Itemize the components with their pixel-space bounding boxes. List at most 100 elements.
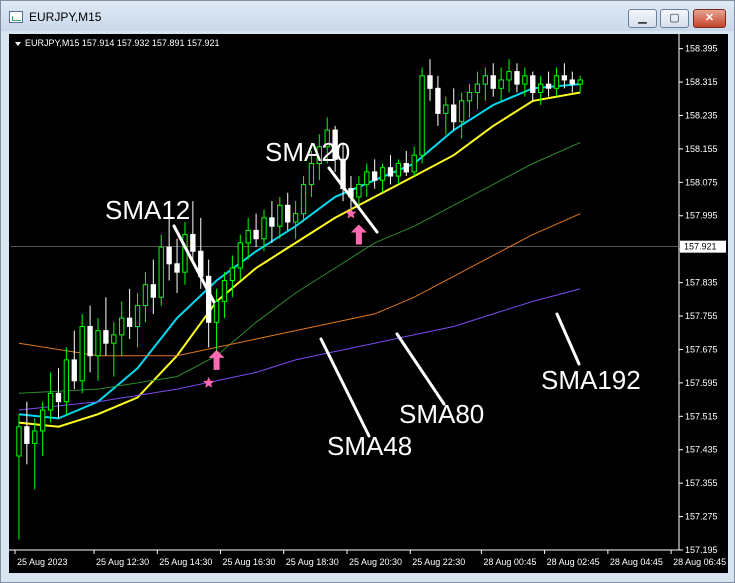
candle [87, 305, 93, 373]
ma-line-sma80 [18, 213, 581, 357]
candle-body [119, 317, 125, 336]
candle-body [174, 263, 180, 273]
candle-body [158, 246, 164, 298]
candle [356, 176, 362, 206]
candle [427, 59, 433, 101]
candle [458, 92, 465, 139]
header-dropdown-icon[interactable] [15, 42, 21, 46]
candle-body [134, 305, 141, 327]
candle [371, 159, 378, 189]
candle-body [395, 163, 402, 177]
candle-body [522, 75, 528, 85]
y-tick-label: 157.995 [685, 211, 718, 221]
candle-body [245, 229, 251, 244]
candle [16, 414, 22, 540]
candle-body [514, 71, 520, 85]
y-tick-label: 157.515 [685, 411, 718, 421]
candle-body [466, 91, 473, 102]
candle-body [427, 75, 433, 89]
candle [190, 201, 196, 264]
candle-body [55, 392, 62, 403]
candle [451, 88, 457, 131]
signal-arrow-up-icon [350, 224, 367, 245]
signal-arrow-up-icon [208, 349, 225, 370]
candle [95, 318, 101, 381]
candle [126, 288, 133, 340]
candle [411, 146, 417, 177]
candle [498, 67, 504, 101]
candle [134, 293, 141, 348]
signal-star-icon [345, 207, 357, 219]
price-chart[interactable]: SMA12 SMA20 SMA48SMA80 SMA192 157.195 157.27… [9, 34, 728, 573]
candle [245, 217, 251, 260]
x-tick-label: 25 Aug 14:30 [159, 557, 212, 567]
label-sma12: SMA12 [105, 195, 190, 225]
candle [482, 67, 489, 101]
pointer-sma48 [319, 337, 371, 438]
minimize-button[interactable]: ▁ [628, 9, 657, 28]
candle-body [419, 75, 425, 156]
candle [466, 84, 473, 118]
x-tick-label: 25 Aug 20:30 [349, 557, 402, 567]
candle-body [443, 104, 449, 114]
window-title: EURJPY,M15 [29, 10, 102, 24]
candle-body [111, 334, 117, 344]
candle [569, 71, 575, 93]
chart-area[interactable]: SMA12 SMA20 SMA48 SMA80 SMA192 157.195 157.27… [9, 34, 728, 573]
candle-body [126, 317, 133, 327]
price-axis: 157.195 157.275 157.355 157.435 157.515 157.5… [679, 44, 726, 555]
y-tick-label: 158.395 [685, 44, 718, 54]
candle-body [103, 330, 109, 344]
x-tick-label: 25 Aug 12:30 [96, 557, 149, 567]
maximize-button[interactable]: ▢ [660, 9, 689, 28]
signal-markers [203, 207, 367, 388]
candle-body [498, 79, 504, 89]
candle-body [411, 154, 417, 173]
candle-body [166, 246, 172, 265]
label-sma20: SMA20 [265, 137, 350, 167]
x-tick-label: 25 Aug 2023 [17, 557, 68, 567]
candle-body [71, 359, 77, 382]
candle-body [553, 75, 560, 89]
candle-body [482, 75, 489, 85]
close-button[interactable]: ✕ [693, 9, 726, 28]
candle [277, 196, 283, 239]
candle [71, 330, 77, 390]
candle [577, 75, 583, 93]
candle-body [269, 217, 275, 227]
candle [269, 201, 275, 243]
candle-body [537, 83, 544, 93]
pointer-sma192 [555, 312, 581, 366]
signal-star-icon [203, 376, 215, 388]
candle [395, 159, 402, 185]
y-tick-label: 157.355 [685, 478, 718, 488]
axis-frame [9, 34, 680, 551]
candle [142, 272, 149, 323]
candle [435, 75, 441, 126]
candle [103, 297, 109, 356]
moving-averages [18, 83, 581, 428]
candle [490, 63, 496, 97]
candle [387, 155, 394, 185]
candle-body [39, 409, 46, 432]
candle-body [458, 100, 465, 123]
candle [182, 222, 188, 285]
candle-body [63, 359, 70, 403]
candle [158, 234, 164, 306]
candle-body [545, 83, 552, 89]
candle-body [253, 229, 259, 240]
title-bar[interactable]: EURJPY,M15 ▁ ▢ ✕ [1, 1, 734, 31]
candle-body [285, 204, 291, 223]
x-tick-label: 28 Aug 02:45 [547, 557, 600, 567]
candle [47, 372, 54, 423]
candle-body [435, 87, 441, 114]
x-tick-label: 28 Aug 06:45 [673, 557, 726, 567]
candle [403, 150, 409, 177]
candle-body [237, 242, 243, 269]
candle [221, 272, 228, 319]
candle-body [87, 325, 93, 357]
candle [553, 67, 560, 97]
candle [514, 63, 520, 93]
candle [150, 259, 157, 314]
candle [111, 322, 117, 377]
